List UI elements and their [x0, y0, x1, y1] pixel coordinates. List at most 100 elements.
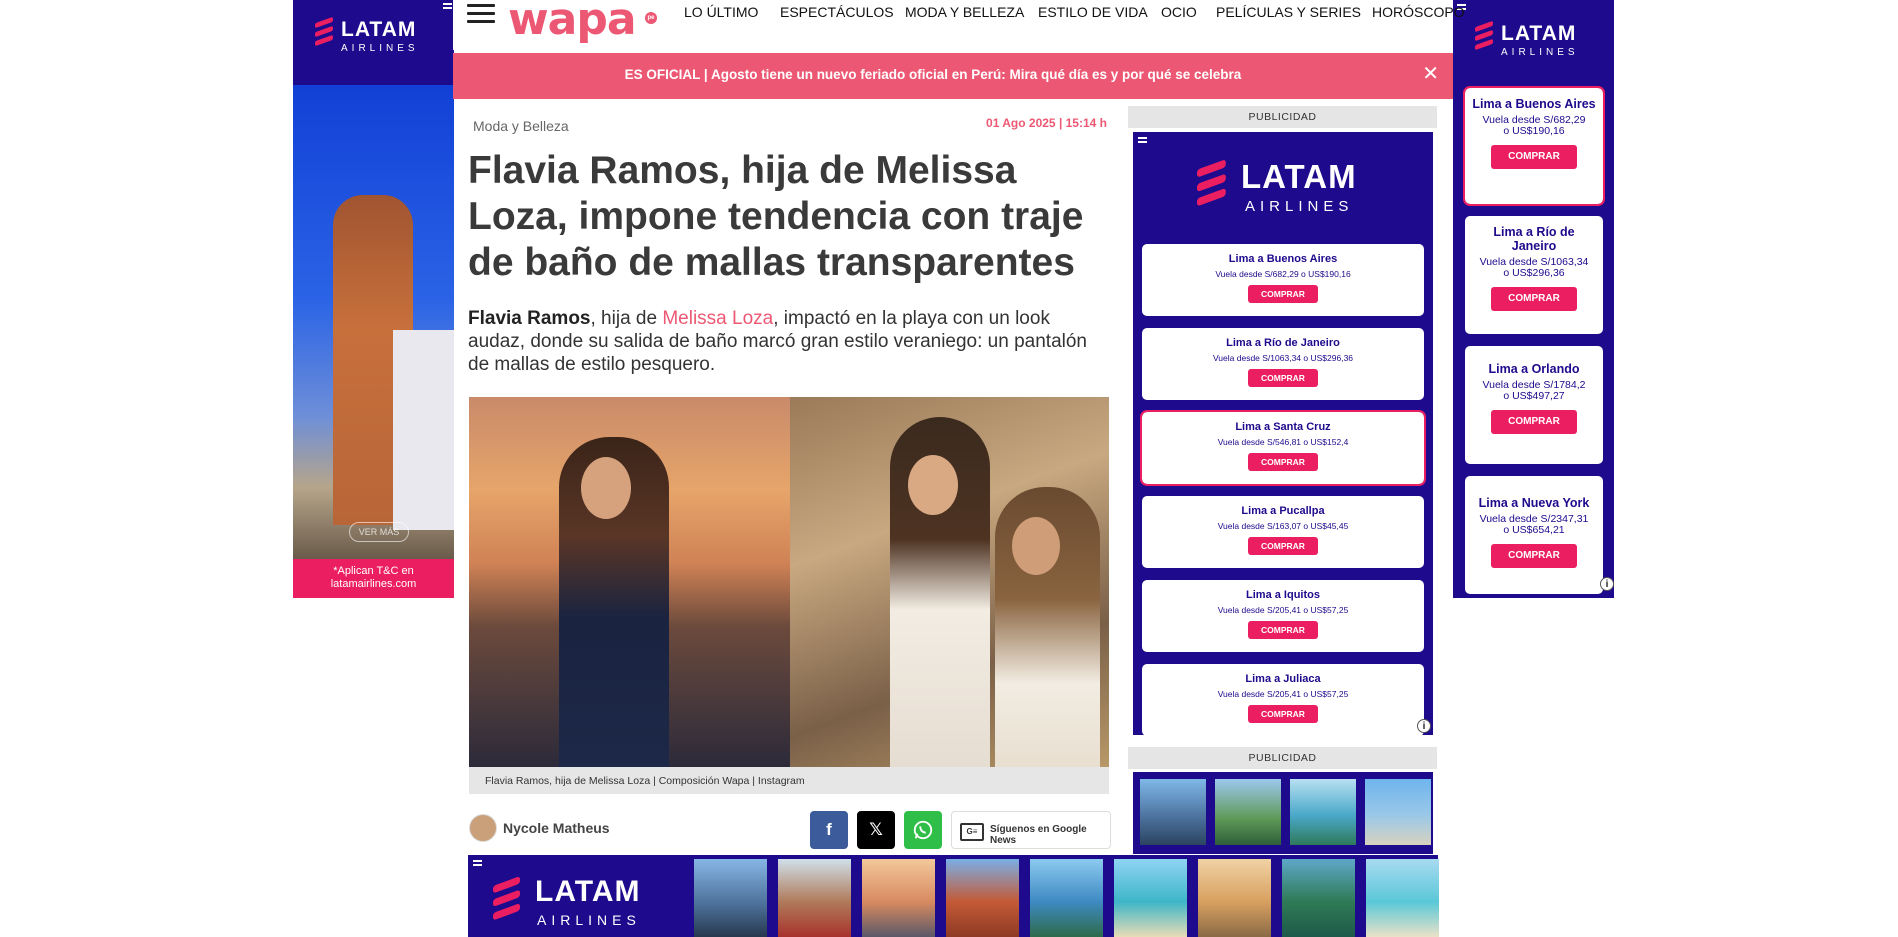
- sidebar-offer-card[interactable]: Lima a Buenos Aires Vuela desde S/682,29…: [1142, 244, 1424, 316]
- comprar-button[interactable]: COMPRAR: [1248, 537, 1318, 555]
- offer-price: Vuela desde S/682,29 o US$190,16: [1482, 114, 1586, 137]
- publicidad-label: PUBLICIDAD: [1128, 106, 1437, 128]
- latam-brand-sub: AIRLINES: [1245, 198, 1354, 215]
- right-offer-card[interactable]: Lima a Buenos Aires Vuela desde S/682,29…: [1463, 86, 1605, 206]
- lead-link-melissa-loza[interactable]: Melissa Loza: [662, 308, 773, 329]
- sidebar-destinations-ad[interactable]: [1133, 772, 1433, 854]
- close-icon[interactable]: ✕: [1422, 64, 1439, 84]
- lead-text: , hija de: [590, 308, 663, 329]
- nav-item-espectaculos[interactable]: ESPECTÁCULOS: [780, 4, 894, 20]
- sidebar-offer-card[interactable]: Lima a Iquitos Vuela desde S/205,41 o US…: [1142, 580, 1424, 652]
- article-photo-left: [469, 397, 790, 767]
- right-offer-card[interactable]: Lima a Nueva York Vuela desde S/2347,31 o…: [1465, 476, 1603, 594]
- destination-thumbnail[interactable]: [1215, 779, 1281, 845]
- ad-choices-icon[interactable]: [1138, 137, 1147, 143]
- latam-brand-word: LATAM: [341, 18, 417, 41]
- whatsapp-icon: [913, 820, 933, 840]
- latam-logo-icon: [493, 875, 520, 921]
- nav-item-ocio[interactable]: OCIO: [1161, 4, 1197, 20]
- comprar-button[interactable]: COMPRAR: [1248, 285, 1318, 303]
- offer-price: Vuela desde S/1784,2 o US$497,27: [1482, 379, 1586, 402]
- left-skin-ad[interactable]: LATAM AIRLINES VER MÁS *Aplican T&C en l…: [293, 0, 454, 598]
- offer-price: Vuela desde S/163,07 o US$45,45: [1217, 521, 1349, 531]
- destination-thumbnail[interactable]: [1030, 859, 1103, 937]
- destination-thumbnail[interactable]: [1140, 779, 1206, 845]
- destination-thumbnail[interactable]: [1282, 859, 1355, 937]
- ad-info-icon[interactable]: i: [1417, 719, 1431, 733]
- google-news-label: Síguenos en Google News: [990, 824, 1087, 846]
- comprar-button[interactable]: COMPRAR: [1248, 369, 1318, 387]
- latam-logo: LATAM AIRLINES: [315, 16, 415, 54]
- offer-route: Lima a Pucallpa: [1241, 505, 1325, 517]
- latam-brand-sub: AIRLINES: [1501, 47, 1579, 58]
- offer-price: Vuela desde S/205,41 o US$57,25: [1217, 689, 1349, 699]
- bottom-latam-banner[interactable]: LATAM AIRLINES: [468, 855, 1439, 937]
- latam-logo: LATAM AIRLINES: [1197, 158, 1356, 215]
- breaking-news-text[interactable]: ES OFICIAL | Agosto tiene un nuevo feria…: [453, 67, 1413, 82]
- offer-route: Lima a Buenos Aires: [1472, 97, 1596, 111]
- offer-route: Lima a Nueva York: [1478, 496, 1590, 510]
- hamburger-menu-icon[interactable]: [467, 4, 495, 24]
- destination-thumbnail[interactable]: [1366, 859, 1439, 937]
- destination-thumbnail[interactable]: [778, 859, 851, 937]
- comprar-button[interactable]: COMPRAR: [1248, 705, 1318, 723]
- comprar-button[interactable]: COMPRAR: [1491, 145, 1577, 169]
- left-ad-footer: *Aplican T&C en latamairlines.com: [293, 559, 454, 598]
- comprar-button[interactable]: COMPRAR: [1248, 453, 1318, 471]
- publicidad-label: PUBLICIDAD: [1128, 747, 1437, 769]
- nav-item-lo-ultimo[interactable]: LO ÚLTIMO: [684, 4, 758, 20]
- facebook-share-button[interactable]: f: [810, 811, 848, 849]
- sidebar-offer-card[interactable]: Lima a Río de Janeiro Vuela desde S/1063…: [1142, 328, 1424, 400]
- site-logo[interactable]: wapa: [508, 0, 637, 45]
- ad-choices-icon[interactable]: [473, 860, 482, 866]
- destination-thumbnail[interactable]: [1290, 779, 1356, 845]
- destination-thumbnail[interactable]: [1114, 859, 1187, 937]
- article-photo-right: [790, 397, 1109, 767]
- latam-brand-sub: AIRLINES: [341, 43, 419, 54]
- article-section[interactable]: Moda y Belleza: [473, 118, 569, 134]
- comprar-button[interactable]: COMPRAR: [1248, 621, 1318, 639]
- offer-price: Vuela desde S/2347,31 o US$654,21: [1479, 513, 1589, 536]
- offer-price: Vuela desde S/205,41 o US$57,25: [1217, 605, 1349, 615]
- sidebar-offer-card[interactable]: Lima a Juliaca Vuela desde S/205,41 o US…: [1142, 664, 1424, 736]
- ver-mas-button[interactable]: VER MÁS: [349, 522, 409, 542]
- nav-item-peliculas-y-series[interactable]: PELÍCULAS Y SERIES: [1216, 4, 1361, 20]
- google-news-follow-button[interactable]: G≡ Síguenos en Google News: [951, 811, 1111, 849]
- author-avatar[interactable]: [469, 814, 497, 842]
- x-icon: 𝕏: [869, 820, 883, 839]
- destination-thumbnail[interactable]: [1365, 779, 1431, 845]
- sidebar-offer-card[interactable]: Lima a Pucallpa Vuela desde S/163,07 o U…: [1142, 496, 1424, 568]
- sidebar-offer-card[interactable]: Lima a Santa Cruz Vuela desde S/546,81 o…: [1140, 410, 1426, 486]
- right-offer-card[interactable]: Lima a Orlando Vuela desde S/1784,2 o US$…: [1465, 346, 1603, 464]
- comprar-button[interactable]: COMPRAR: [1491, 287, 1577, 311]
- latam-brand-word: LATAM: [1501, 22, 1577, 45]
- destination-thumbnail[interactable]: [946, 859, 1019, 937]
- whatsapp-share-button[interactable]: [904, 811, 942, 849]
- destination-thumbnail[interactable]: [862, 859, 935, 937]
- nav-item-moda-y-belleza[interactable]: MODA Y BELLEZA: [905, 4, 1024, 20]
- google-news-icon: G≡: [960, 823, 984, 841]
- right-skin-ad[interactable]: LATAM AIRLINES Lima a Buenos Aires Vuela…: [1453, 0, 1614, 598]
- offer-route: Lima a Buenos Aires: [1228, 253, 1338, 265]
- destination-thumbnail[interactable]: [1198, 859, 1271, 937]
- x-share-button[interactable]: 𝕏: [857, 811, 895, 849]
- photo-caption-text: Flavia Ramos, hija de Melissa Loza | Com…: [485, 775, 805, 787]
- breaking-news-bar[interactable]: ES OFICIAL | Agosto tiene un nuevo feria…: [453, 53, 1453, 99]
- comprar-button[interactable]: COMPRAR: [1491, 410, 1577, 434]
- author-name[interactable]: Nycole Matheus: [503, 820, 610, 836]
- latam-logo: LATAM AIRLINES: [493, 875, 640, 928]
- site-logo-badge: pe: [645, 12, 657, 24]
- latam-brand-sub: AIRLINES: [537, 912, 641, 928]
- nav-item-estilo-de-vida[interactable]: ESTILO DE VIDA: [1038, 4, 1148, 20]
- sidebar-latam-ad[interactable]: LATAM AIRLINES Lima a Buenos Aires Vuela…: [1133, 132, 1433, 736]
- latam-logo-icon: [1197, 158, 1226, 207]
- destination-thumbnail[interactable]: [694, 859, 767, 937]
- offer-price: Vuela desde S/1063,34 o US$296,36: [1479, 256, 1589, 279]
- right-offer-card[interactable]: Lima a Río de Janeiro Vuela desde S/1063…: [1465, 216, 1603, 334]
- ad-choices-icon[interactable]: [443, 3, 452, 9]
- nav-item-horoscopo[interactable]: HORÓSCOPO: [1372, 4, 1465, 20]
- article-date: 01 Ago 2025 | 15:14 h: [986, 116, 1107, 130]
- ad-info-icon[interactable]: i: [1600, 577, 1614, 591]
- offer-route: Lima a Santa Cruz: [1235, 421, 1331, 433]
- comprar-button[interactable]: COMPRAR: [1491, 544, 1577, 568]
